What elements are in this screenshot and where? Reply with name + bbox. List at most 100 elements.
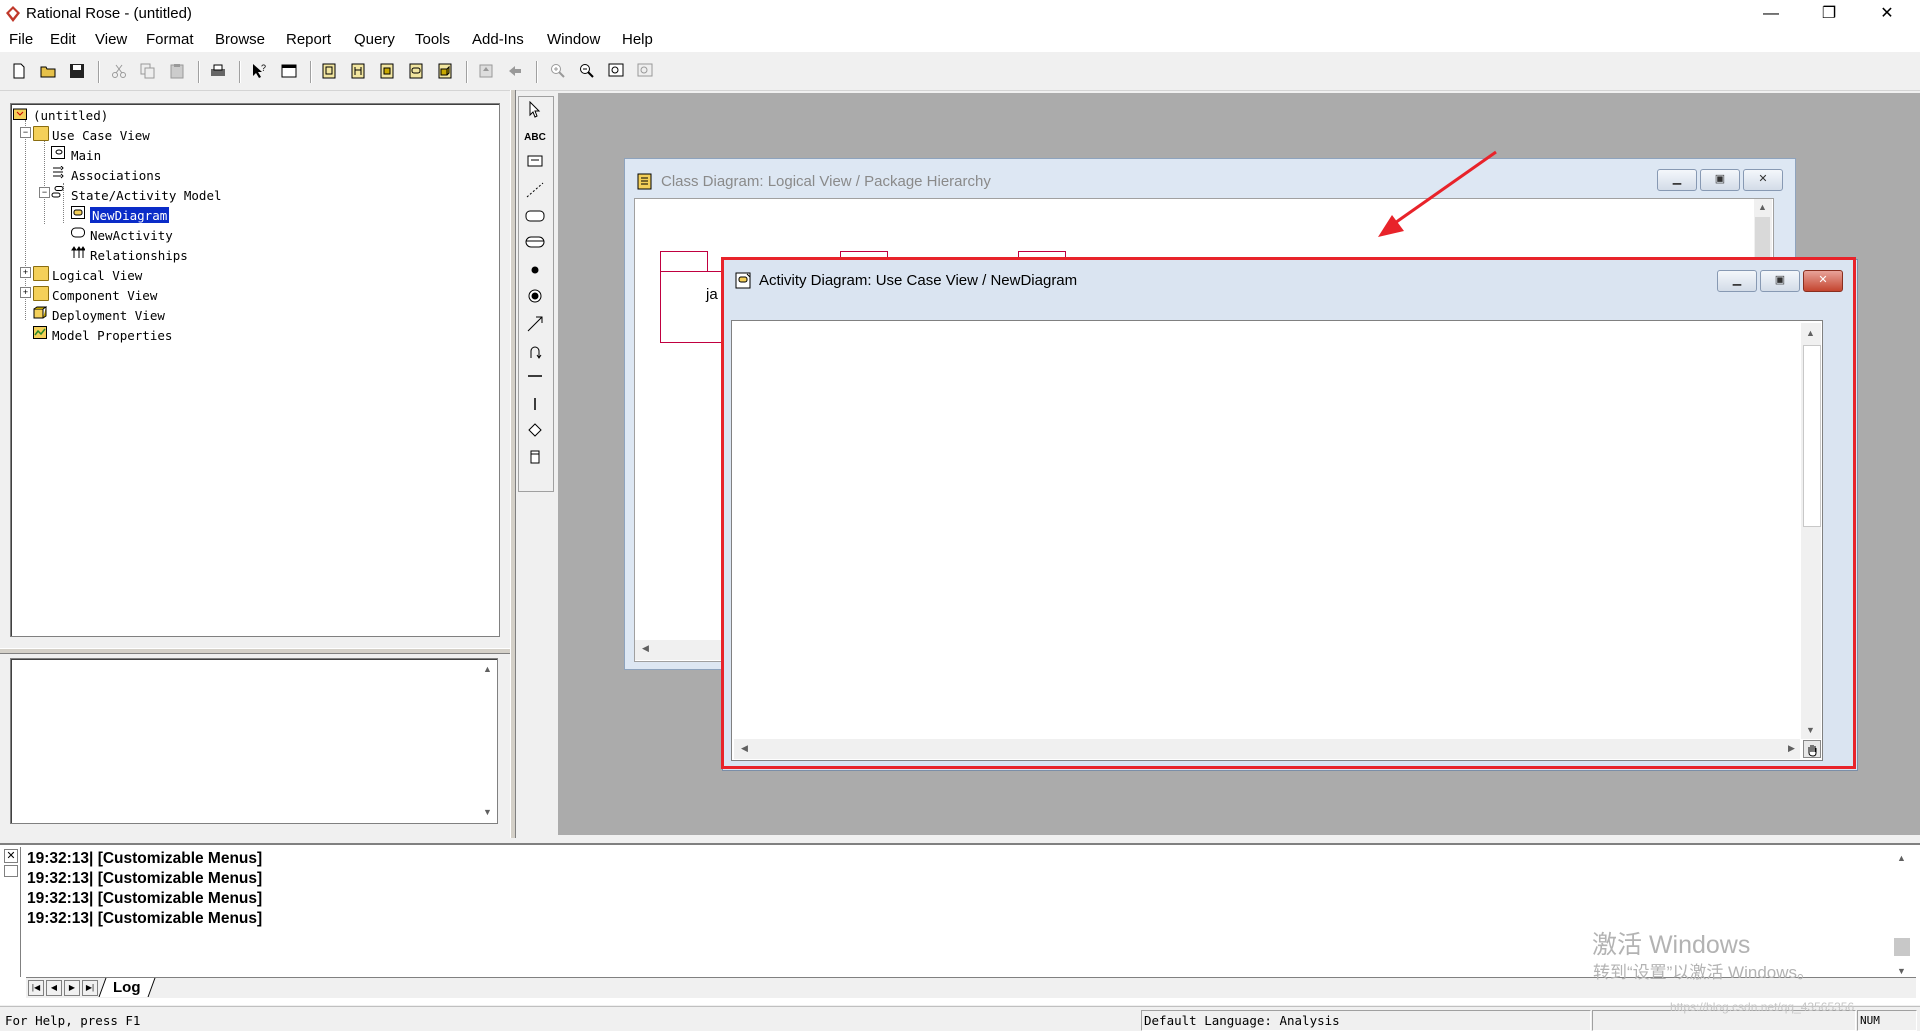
print-icon[interactable]: [210, 63, 226, 79]
first-tab-arrow[interactable]: |◀: [28, 980, 44, 996]
anchor-note-icon[interactable]: [525, 181, 545, 199]
fit-in-window-icon[interactable]: [608, 63, 624, 79]
tree-item-logical-view[interactable]: Logical View: [52, 267, 142, 283]
tree-item-state-activity-model[interactable]: State/Activity Model: [71, 187, 222, 203]
tree-item-new-diagram[interactable]: NewDiagram: [88, 206, 171, 224]
class-diagram-hscrollbar[interactable]: ◀: [635, 640, 725, 660]
activity-diagram-maximize-button[interactable]: ▣: [1760, 270, 1800, 292]
expand-toggle[interactable]: +: [20, 287, 31, 298]
scroll-down-arrow[interactable]: ▼: [1802, 722, 1819, 739]
scroll-up-arrow[interactable]: ▲: [1893, 850, 1910, 867]
log-restore-icon[interactable]: [4, 865, 18, 877]
collapse-toggle[interactable]: −: [39, 187, 50, 198]
class-diagram-minimize-button[interactable]: ▁: [1657, 169, 1697, 191]
close-button[interactable]: ✕: [1858, 0, 1916, 28]
activity-vertical-scrollbar[interactable]: ▲ ▼: [1801, 323, 1821, 739]
scroll-up-arrow[interactable]: ▲: [479, 661, 496, 678]
browse-interaction-diagram-icon[interactable]: [350, 63, 366, 79]
selection-arrow-icon[interactable]: [527, 101, 543, 119]
last-tab-arrow[interactable]: ▶|: [82, 980, 98, 996]
decision-icon[interactable]: [528, 423, 542, 437]
vertical-synchronization-icon[interactable]: [529, 395, 541, 413]
copy-icon[interactable]: [140, 63, 156, 79]
class-diagram-close-button[interactable]: ✕: [1743, 169, 1783, 191]
package-box[interactable]: ja: [660, 271, 730, 343]
scroll-thumb[interactable]: [1894, 938, 1910, 956]
open-folder-icon[interactable]: [40, 63, 56, 79]
browser-splitter[interactable]: [0, 648, 510, 654]
scroll-right-arrow[interactable]: ▶: [1783, 740, 1800, 757]
class-diagram-scrollbar[interactable]: ▲: [1754, 199, 1772, 259]
browse-class-diagram-icon[interactable]: [321, 63, 337, 79]
context-help-icon[interactable]: ?: [251, 63, 267, 79]
end-state-icon[interactable]: [528, 289, 542, 303]
previous-tab-arrow[interactable]: ◀: [46, 980, 62, 996]
menu-edit[interactable]: Edit: [50, 31, 76, 48]
start-state-icon[interactable]: [528, 263, 542, 277]
menu-help[interactable]: Help: [622, 31, 653, 48]
tree-item-deployment-view[interactable]: Deployment View: [52, 307, 165, 323]
expand-toggle[interactable]: +: [20, 267, 31, 278]
activity-diagram-close-button[interactable]: ✕: [1803, 270, 1843, 292]
new-file-icon[interactable]: [11, 63, 27, 79]
undo-fit-in-window-icon[interactable]: [637, 63, 653, 79]
zoom-in-icon[interactable]: [550, 63, 566, 79]
tree-item-relationships[interactable]: Relationships: [90, 247, 188, 263]
activity-horizontal-scrollbar[interactable]: ◀ ▶: [734, 739, 1800, 759]
browse-parent-icon[interactable]: [478, 63, 494, 79]
scroll-left-arrow[interactable]: ◀: [736, 740, 753, 757]
class-diagram-maximize-button[interactable]: ▣: [1700, 169, 1740, 191]
zoom-out-icon[interactable]: [579, 63, 595, 79]
scroll-thumb[interactable]: [1803, 345, 1821, 527]
scroll-up-arrow[interactable]: ▲: [1754, 199, 1771, 216]
menu-report[interactable]: Report: [286, 31, 331, 48]
documentation-scrollbar[interactable]: ▲ ▼: [479, 661, 496, 821]
tree-item-model-properties[interactable]: Model Properties: [52, 327, 172, 343]
text-box-tool[interactable]: ABC: [524, 127, 546, 149]
state-icon[interactable]: [525, 209, 545, 223]
browse-previous-icon[interactable]: [507, 63, 523, 79]
scroll-up-arrow[interactable]: ▲: [1802, 325, 1819, 342]
tree-item-main[interactable]: Main: [71, 147, 101, 163]
minimize-button[interactable]: —: [1742, 0, 1800, 28]
next-tab-arrow[interactable]: ▶: [64, 980, 80, 996]
save-icon[interactable]: [69, 63, 85, 79]
model-browser[interactable]: (untitled) − Use Case View Main Associat…: [10, 103, 500, 637]
menu-format[interactable]: Format: [146, 31, 194, 48]
scroll-down-arrow[interactable]: ▼: [479, 804, 496, 821]
collapse-toggle[interactable]: −: [20, 127, 31, 138]
menu-view[interactable]: View: [95, 31, 127, 48]
log-close-icon[interactable]: ✕: [4, 849, 18, 863]
tree-item-associations[interactable]: Associations: [71, 167, 161, 183]
menu-file[interactable]: File: [9, 31, 33, 48]
tree-item-component-view[interactable]: Component View: [52, 287, 157, 303]
menu-tools[interactable]: Tools: [415, 31, 450, 48]
note-icon[interactable]: [527, 154, 543, 168]
tree-item-root[interactable]: (untitled): [33, 107, 108, 123]
view-window-icon[interactable]: [281, 63, 297, 79]
log-tab[interactable]: Log: [98, 978, 155, 997]
swimlane-icon[interactable]: [528, 449, 542, 465]
browse-deployment-diagram-icon[interactable]: [437, 63, 453, 79]
browse-component-diagram-icon[interactable]: [379, 63, 395, 79]
documentation-window[interactable]: ▲ ▼: [10, 658, 498, 824]
scroll-left-arrow[interactable]: ◀: [637, 640, 654, 657]
scroll-thumb[interactable]: [1755, 217, 1770, 257]
tree-item-use-case-view[interactable]: Use Case View: [52, 127, 150, 143]
log-scrollbar[interactable]: ▲ ▼: [1893, 850, 1911, 980]
menu-browse[interactable]: Browse: [215, 31, 265, 48]
transition-to-self-icon[interactable]: [526, 343, 544, 361]
menu-window[interactable]: Window: [547, 31, 600, 48]
menu-query[interactable]: Query: [354, 31, 395, 48]
activity-icon[interactable]: [525, 235, 545, 249]
horizontal-synchronization-icon[interactable]: [525, 371, 545, 381]
paste-icon[interactable]: [169, 63, 185, 79]
pane-divider[interactable]: [510, 90, 516, 838]
menu-add-ins[interactable]: Add-Ins: [472, 31, 524, 48]
cut-icon[interactable]: [111, 63, 127, 79]
restore-button[interactable]: ❐: [1800, 0, 1858, 28]
state-transition-icon[interactable]: [526, 315, 544, 333]
browse-state-diagram-icon[interactable]: [408, 63, 424, 79]
tree-item-new-activity[interactable]: NewActivity: [90, 227, 173, 243]
hand-pan-icon[interactable]: [1803, 740, 1821, 758]
